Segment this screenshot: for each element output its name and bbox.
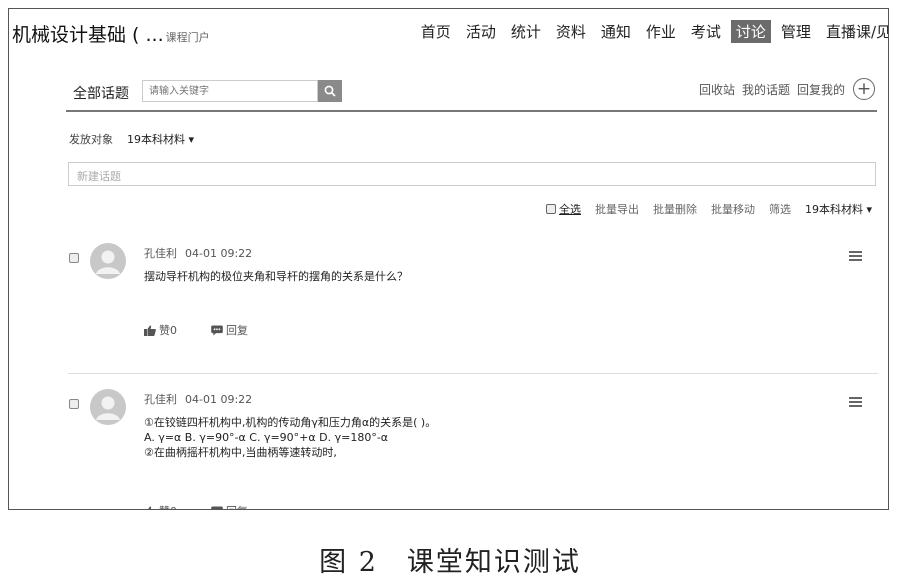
replied-to-me-link[interactable]: 回复我的 [797,81,845,98]
nav-notices[interactable]: 通知 [596,20,636,43]
my-topics-link[interactable]: 我的话题 [742,81,790,98]
post-content[interactable]: 摆动导杆机构的极位夹角和导杆的摆角的关系是什么？ [144,269,408,284]
search-icon [324,85,336,97]
nav-homework[interactable]: 作业 [641,20,681,43]
reply-label: 回复 [226,503,248,509]
like-count: 赞0 [159,324,177,337]
select-all-checkbox[interactable] [545,204,556,214]
search-button[interactable] [318,80,342,102]
main-nav: 首页 活动 统计 资料 通知 作业 考试 讨论 管理 直播课/见 [411,20,888,43]
comment-icon [211,325,223,335]
post-line: ②在曲柄摇杆机构中,当曲柄等速转动时, [144,446,337,459]
author-name[interactable]: 孔佳利 [144,247,177,260]
avatar [90,389,126,425]
post-line: 摆动导杆机构的极位夹角和导杆的摆角的关系是什么？ [144,270,408,283]
nav-exam[interactable]: 考试 [686,20,726,43]
discussion-toolbar: 全部话题 回收站 我的话题 回复我的 + [66,77,877,112]
post-actions: 赞0 回复 [144,503,282,509]
nav-discussion[interactable]: 讨论 [730,20,771,43]
nav-activity[interactable]: 活动 [461,20,501,43]
post-item: 孔佳利 04-01 09:22 ①在铰链四杆机构中,机构的传动角γ和压力角α的关系… [68,389,878,509]
bulk-move-button[interactable]: 批量移动 [711,201,755,217]
post-meta: 孔佳利 04-01 09:22 [144,391,252,407]
target-audience: 发放对象 19本科材料 ▾ [69,131,194,147]
avatar [90,243,126,279]
bulk-export-button[interactable]: 批量导出 [595,201,639,217]
select-all-label[interactable]: 全选 [559,201,581,217]
post-checkbox[interactable] [69,253,79,263]
bulk-actions: 全选 批量导出 批量删除 批量移动 筛选 19本科材料 ▾ [545,201,872,217]
all-topics-tab[interactable]: 全部话题 [73,83,129,103]
recycle-bin-link[interactable]: 回收站 [699,81,735,98]
like-button[interactable]: 赞0 [144,322,177,338]
thumbs-up-icon [147,505,152,509]
post-content[interactable]: ①在铰链四杆机构中,机构的传动角γ和压力角α的关系是( )。 A. γ=α B.… [144,415,436,460]
filter-dropdown[interactable]: 19本科材料 ▾ [805,201,872,217]
reply-button[interactable]: 回复 [211,503,248,509]
user-avatar-icon [90,389,126,425]
nav-live[interactable]: 直播课/见 [821,20,888,43]
top-bar: 机械设计基础 ( ... 课程门户 首页 活动 统计 资料 通知 作业 考试 讨论… [9,9,888,53]
course-window: 机械设计基础 ( ... 课程门户 首页 活动 统计 资料 通知 作业 考试 讨论… [8,8,889,510]
post-line: A. γ=α B. γ=90°-α C. γ=90°+α D. γ=180°-α [144,431,389,444]
nav-resources[interactable]: 资料 [551,20,591,43]
post-time: 04-01 09:22 [185,393,253,406]
post-time: 04-01 09:22 [185,247,253,260]
target-dropdown[interactable]: 19本科材料 ▾ [127,133,194,146]
comment-icon [211,506,223,509]
nav-manage[interactable]: 管理 [776,20,816,43]
figure-caption: 图 2 课堂知识测试 [319,547,581,578]
post-checkbox[interactable] [69,399,79,409]
topic-links: 回收站 我的话题 回复我的 + [692,78,875,100]
new-topic-input[interactable]: 新建话题 [68,162,876,186]
thumbs-up-icon [144,324,156,336]
course-title[interactable]: 机械设计基础 ( ... 课程门户 [12,20,210,47]
post-actions: 赞0 回复 [144,322,282,338]
post-divider [68,373,878,374]
course-name: 机械设计基础 ( ... [12,24,164,46]
reply-button[interactable]: 回复 [211,322,248,338]
like-button[interactable]: 赞0 [144,503,177,509]
nav-home[interactable]: 首页 [416,20,456,43]
post-item: 孔佳利 04-01 09:22 摆动导杆机构的极位夹角和导杆的摆角的关系是什么？ … [68,243,878,343]
post-meta: 孔佳利 04-01 09:22 [144,245,252,261]
user-avatar-icon [90,243,126,279]
search-input[interactable] [142,80,318,102]
target-label: 发放对象 [69,133,113,146]
post-line: ①在铰链四杆机构中,机构的传动角γ和压力角α的关系是( )。 [144,416,437,429]
filter-label: 筛选 [768,203,791,216]
portal-label[interactable]: 课程门户 [166,31,210,44]
plus-icon: + [856,78,872,99]
reply-label: 回复 [226,324,248,337]
post-menu-icon[interactable] [849,251,862,261]
like-count: 赞0 [159,503,177,509]
nav-stats[interactable]: 统计 [506,20,546,43]
author-name[interactable]: 孔佳利 [144,393,177,406]
add-topic-button[interactable]: + [853,78,875,100]
bulk-delete-button[interactable]: 批量删除 [653,201,697,217]
post-menu-icon[interactable] [849,397,862,407]
